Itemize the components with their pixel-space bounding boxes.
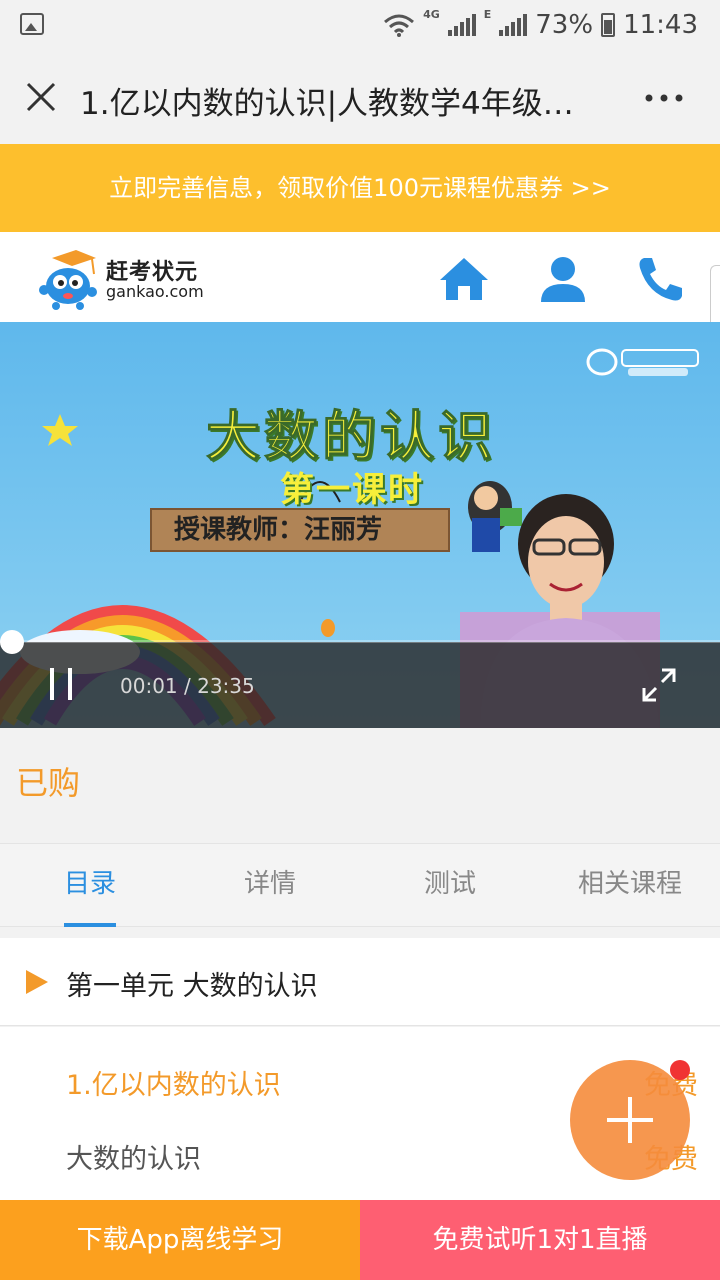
tab-catalog[interactable]: 目录 <box>0 844 180 927</box>
title-bar: 1.亿以内数的认识|人教数学4年级上册【赶考状元】 <box>0 50 720 144</box>
page-title: 1.亿以内数的认识|人教数学4年级上册【赶考状元】 <box>80 86 600 122</box>
unit-label: 第一单元 大数的认识 <box>66 971 318 1002</box>
tab-related-courses[interactable]: 相关课程 <box>540 844 720 926</box>
lesson-name: 大数的认识 <box>66 1144 201 1175</box>
unit-row[interactable]: 第一单元 大数的认识 <box>0 938 720 1026</box>
floating-add-button[interactable] <box>570 1060 690 1180</box>
plus-icon-vertical <box>628 1097 632 1143</box>
purchased-section: 已购 <box>0 728 720 842</box>
close-icon[interactable] <box>24 80 58 114</box>
video-title-graphic: 大数的认识 <box>206 405 496 469</box>
signal-icon <box>447 14 476 36</box>
signal-icon-2 <box>499 14 528 36</box>
video-progress-knob[interactable] <box>0 630 24 654</box>
lesson-name: 1.亿以内数的认识 <box>66 1070 281 1101</box>
video-controls <box>0 642 720 728</box>
pause-icon[interactable] <box>48 668 74 700</box>
status-bar: 4G E 73% 11:43 <box>0 0 720 50</box>
battery-percent: 73% <box>535 10 594 40</box>
teacher-board: 授课教师：汪丽芳 <box>150 508 450 552</box>
video-subtitle-graphic: 第一课时 <box>280 470 424 510</box>
tab-test[interactable]: 测试 <box>360 844 540 926</box>
video-progress-bar[interactable] <box>0 640 720 643</box>
fullscreen-icon[interactable] <box>640 666 678 704</box>
network-type: 4G <box>423 8 440 21</box>
play-triangle-icon <box>26 970 48 994</box>
bottom-action-bar: 下载App离线学习 免费试听1对1直播 <box>0 1200 720 1280</box>
tab-bar: 目录 详情 测试 相关课程 <box>0 843 720 927</box>
battery-icon <box>601 13 616 37</box>
video-time: 00:01 / 23:35 <box>120 674 255 698</box>
notification-dot <box>670 1060 690 1080</box>
gallery-icon <box>20 13 44 35</box>
purchased-label: 已购 <box>16 764 81 802</box>
site-header: 赶考状元 gankao.com <box>0 232 720 322</box>
logo-domain[interactable]: gankao.com <box>106 282 204 301</box>
user-icon[interactable] <box>537 254 589 304</box>
logo-mascot-icon[interactable] <box>36 248 102 310</box>
wifi-icon <box>384 14 415 37</box>
clock: 11:43 <box>623 10 698 40</box>
promo-banner[interactable]: 立即完善信息，领取价值100元课程优惠券 >> <box>0 144 720 232</box>
tab-details[interactable]: 详情 <box>180 844 360 926</box>
watermark-logo-icon <box>586 348 699 376</box>
network-type-secondary: E <box>483 8 492 21</box>
phone-icon[interactable] <box>634 254 686 304</box>
more-menu-icon[interactable] <box>644 94 684 102</box>
video-player[interactable]: 大数的认识 第一课时 授课教师：汪丽芳 00:01 / 23:35 <box>0 322 720 728</box>
download-app-button[interactable]: 下载App离线学习 <box>0 1200 360 1280</box>
free-trial-button[interactable]: 免费试听1对1直播 <box>360 1200 720 1280</box>
home-icon[interactable] <box>438 254 490 304</box>
status-bar-right: 4G E 73% 11:43 <box>383 8 698 42</box>
